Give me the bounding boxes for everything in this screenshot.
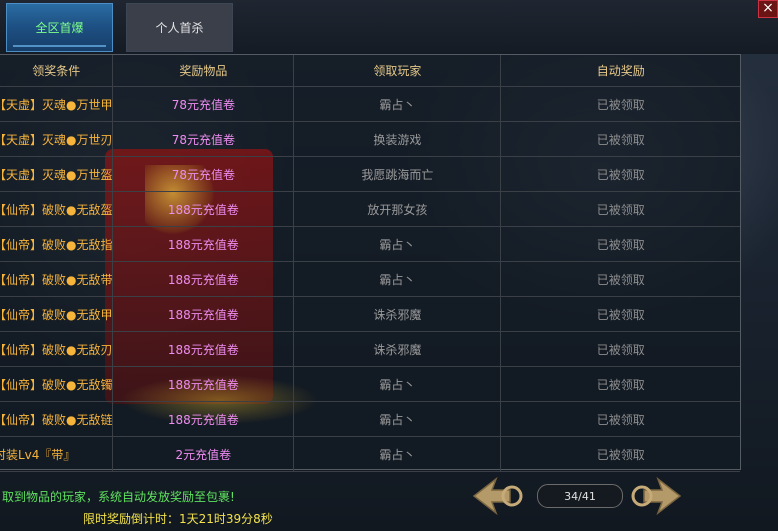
condition-cell: 【仙帝】破败●无敌链 [0, 401, 114, 437]
tab-personal-first-kill[interactable]: 个人首杀 [126, 3, 233, 52]
condition-cell: 【仙帝】破败●无敌刃 [0, 331, 114, 367]
condition-cell: 【天虚】灭魂●万世甲 [0, 86, 114, 122]
countdown-timer: 限时奖励倒计时：1天21时39分8秒 [83, 512, 273, 526]
reward-item-cell: 188元充值卷 [112, 191, 295, 227]
claim-player-cell: 霸占丶 [293, 226, 502, 262]
status-cell: 已被领取 [500, 191, 740, 227]
table-row: 【仙帝】破败●无敌链 188元充值卷 霸占丶 已被领取 [0, 401, 740, 437]
claim-player-cell: 霸占丶 [293, 366, 502, 402]
header-claim-player: 领取玩家 [293, 55, 502, 87]
table-row: 【仙帝】破败●无敌甲 188元充值卷 诛杀邪魔 已被领取 [0, 296, 740, 332]
status-cell: 已被领取 [500, 331, 740, 367]
auto-reward-notice: 取到物品的玩家，系统自动发放奖励至包裹! [2, 490, 235, 504]
reward-item-cell: 188元充值卷 [112, 366, 295, 402]
pagination: 34/41 [472, 474, 684, 518]
tab-server-first-drop[interactable]: 全区首爆 [6, 3, 113, 52]
claim-player-cell: 我愿跳海而亡 [293, 156, 502, 192]
table-row: 【仙帝】破败●无敌带 188元充值卷 霸占丶 已被领取 [0, 261, 740, 297]
status-cell: 已被领取 [500, 296, 740, 332]
reward-table-panel: 领奖条件 奖励物品 领取玩家 自动奖励 【天虚】灭魂●万世甲 78元充值卷 霸占丶已… [0, 54, 741, 472]
table-header-row: 领奖条件 奖励物品 领取玩家 自动奖励 [0, 55, 740, 87]
reward-item-cell: 2元充值卷 [112, 436, 295, 472]
close-icon[interactable]: × [758, 0, 778, 18]
claim-player-cell: 霸占丶 [293, 401, 502, 437]
header-reward-item: 奖励物品 [112, 55, 295, 87]
status-cell: 已被领取 [500, 366, 740, 402]
status-cell: 已被领取 [500, 401, 740, 437]
table-row: 时装Lv4『带』 2元充值卷 霸占丶 已被领取 [0, 436, 740, 472]
status-cell: 已被领取 [500, 86, 740, 122]
claim-player-cell: 霸占丶 [293, 261, 502, 297]
condition-cell: 【仙帝】破败●无敌指 [0, 226, 114, 262]
claim-player-cell: 放开那女孩 [293, 191, 502, 227]
table-row: 【仙帝】破败●无敌指 188元充值卷 霸占丶 已被领取 [0, 226, 740, 262]
table-row: 【天虚】灭魂●万世甲 78元充值卷 霸占丶 已被领取 [0, 86, 740, 122]
claim-player-cell: 诛杀邪魔 [293, 331, 502, 367]
table-row: 【天虚】灭魂●万世盔 78元充值卷 我愿跳海而亡 已被领取 [0, 156, 740, 192]
condition-cell: 【仙帝】破败●无敌带 [0, 261, 114, 297]
table-row: 【仙帝】破败●无敌刃 188元充值卷 诛杀邪魔 已被领取 [0, 331, 740, 367]
status-cell: 已被领取 [500, 156, 740, 192]
reward-item-cell: 78元充值卷 [112, 86, 295, 122]
reward-item-cell: 188元充值卷 [112, 261, 295, 297]
page-indicator: 34/41 [537, 484, 623, 508]
condition-cell: 【仙帝】破败●无敌镯 [0, 366, 114, 402]
condition-cell: 【仙帝】破败●无敌甲 [0, 296, 114, 332]
table-row: 【仙帝】破败●无敌盔 188元充值卷 放开那女孩 已被领取 [0, 191, 740, 227]
arrow-right-icon[interactable] [630, 476, 682, 516]
claim-player-cell: 霸占丶 [293, 436, 502, 472]
status-cell: 已被领取 [500, 261, 740, 297]
reward-item-cell: 188元充值卷 [112, 331, 295, 367]
condition-cell: 时装Lv4『带』 [0, 436, 114, 472]
claim-player-cell: 诛杀邪魔 [293, 296, 502, 332]
claim-player-cell: 换装游戏 [293, 121, 502, 157]
condition-cell: 【仙帝】破败●无敌盔 [0, 191, 114, 227]
reward-item-cell: 188元充值卷 [112, 226, 295, 262]
reward-item-cell: 78元充值卷 [112, 156, 295, 192]
reward-item-cell: 78元充值卷 [112, 121, 295, 157]
status-cell: 已被领取 [500, 226, 740, 262]
claim-player-cell: 霸占丶 [293, 86, 502, 122]
status-cell: 已被领取 [500, 121, 740, 157]
reward-item-cell: 188元充值卷 [112, 296, 295, 332]
table-row: 【仙帝】破败●无敌镯 188元充值卷 霸占丶 已被领取 [0, 366, 740, 402]
condition-cell: 【天虚】灭魂●万世刃 [0, 121, 114, 157]
reward-table: 领奖条件 奖励物品 领取玩家 自动奖励 【天虚】灭魂●万世甲 78元充值卷 霸占丶已… [0, 55, 740, 472]
condition-cell: 【天虚】灭魂●万世盔 [0, 156, 114, 192]
tab-bar: 全区首爆 个人首杀 [0, 0, 778, 54]
reward-item-cell: 188元充值卷 [112, 401, 295, 437]
arrow-left-icon[interactable] [472, 476, 524, 516]
header-auto-reward: 自动奖励 [500, 55, 740, 87]
header-condition: 领奖条件 [0, 55, 114, 87]
status-cell: 已被领取 [500, 436, 740, 472]
table-row: 【天虚】灭魂●万世刃 78元充值卷 换装游戏 已被领取 [0, 121, 740, 157]
